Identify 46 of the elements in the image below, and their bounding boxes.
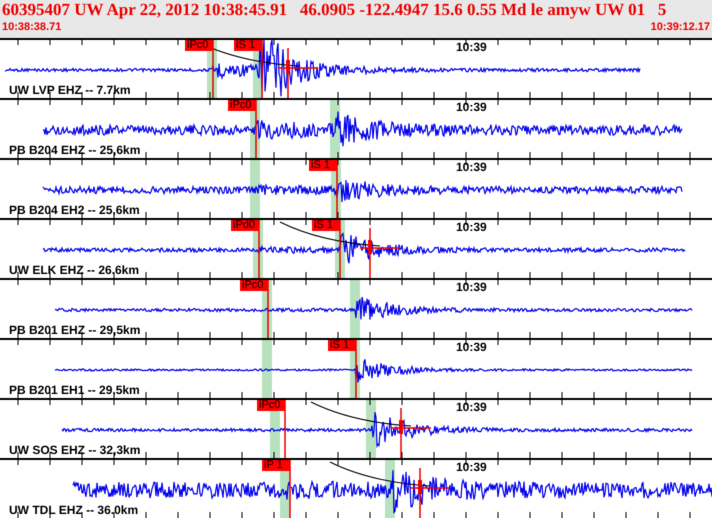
station-label: PB B204 EHZ -- 25,6km (9, 144, 140, 157)
pick-line (267, 280, 269, 338)
pick-window (350, 280, 360, 338)
time-label: 10:39 (456, 41, 487, 54)
time-label: 10:39 (456, 281, 487, 294)
pick-label[interactable]: iPc0 (240, 280, 268, 291)
coda-marker (360, 228, 400, 278)
pick-line (339, 220, 341, 278)
time-label: 10:39 (456, 101, 487, 114)
time-label: 10:39 (456, 161, 487, 174)
pick-line (261, 40, 263, 98)
end-time: 10:39:12.17 (650, 20, 710, 34)
station-label: UW ELK EHZ -- 26.6km (9, 264, 140, 277)
pick-label[interactable]: iPc0 (257, 400, 285, 411)
station-label: UW LVP EHZ -- 7.7km (9, 84, 131, 97)
pick-line (212, 40, 214, 98)
pick-label[interactable]: iS 1 (309, 160, 337, 171)
pick-label[interactable]: iP 1 (262, 460, 290, 471)
pick-label[interactable]: iS 1 (234, 40, 262, 51)
pick-window (250, 160, 260, 218)
pick-label[interactable]: iPc0 (228, 100, 256, 111)
time-label: 10:39 (456, 221, 487, 234)
pick-line (258, 220, 260, 278)
pick-window (262, 340, 272, 398)
coda-marker (391, 408, 431, 458)
pick-line (336, 160, 338, 218)
pick-label[interactable]: iPc0 (185, 40, 213, 51)
time-label: 10:39 (456, 341, 487, 354)
coda-marker (278, 48, 318, 98)
station-label: PB B204 EH2 -- 25,6km (9, 204, 140, 217)
pick-line (355, 340, 357, 398)
pick-line (284, 400, 286, 458)
time-label: 10:39 (456, 461, 487, 474)
pick-line (255, 100, 257, 158)
start-time: 10:38:38.71 (2, 20, 62, 34)
pick-line (289, 460, 291, 518)
pick-label[interactable]: iS 1 (312, 220, 340, 231)
pick-label[interactable]: iS 1 (328, 340, 356, 351)
time-label: 10:39 (456, 401, 487, 414)
coda-marker (410, 468, 450, 518)
station-label: UW SOS EHZ -- 32,3km (9, 444, 140, 457)
station-label: PB B201 EHZ -- 29,5km (9, 324, 140, 337)
event-summary: 60395407 UW Apr 22, 2012 10:38:45.91 46.0905 -122.4947 15.6 0.55 Md le amyw UW 01 5 (2, 0, 668, 20)
station-label: PB B201 EH1 -- 29,5km (9, 384, 140, 397)
station-label: UW TDL EHZ -- 36.0km (9, 504, 138, 517)
pick-label[interactable]: iPd0 (231, 220, 259, 231)
